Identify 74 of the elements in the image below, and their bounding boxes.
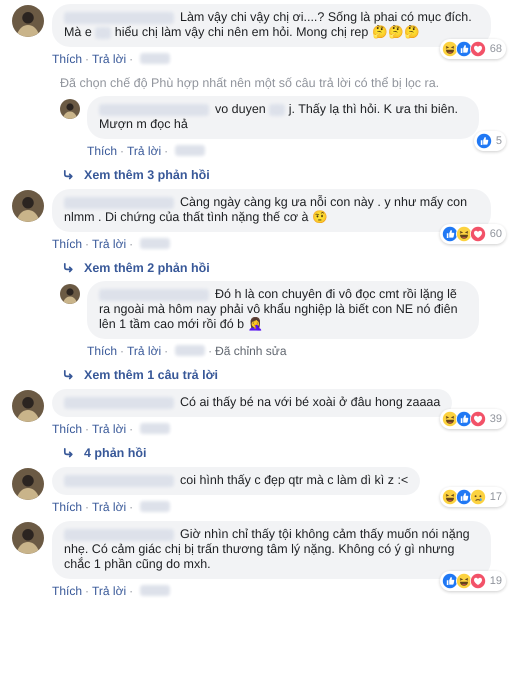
comment-action-link[interactable]: Thích bbox=[87, 144, 118, 158]
avatar bbox=[12, 190, 44, 222]
comment-text: Có ai thấy bé na với bé xoài ở đâu hong zaaaa bbox=[64, 395, 440, 410]
comment-action-link[interactable]: Trả lời bbox=[92, 584, 126, 598]
comment-text: coi hình thấy c đẹp qtr mà c làm dì kì z :< bbox=[64, 473, 408, 488]
view-replies-link[interactable]: 4 phản hồi bbox=[62, 446, 502, 460]
comment-action-link[interactable]: Trả lời bbox=[92, 422, 126, 436]
separator-dot: · bbox=[208, 344, 212, 358]
separator-dot: · bbox=[129, 236, 134, 250]
like-icon bbox=[442, 226, 458, 242]
blurred-timestamp bbox=[175, 345, 206, 356]
blurred-timestamp bbox=[140, 423, 170, 434]
comment-action-link[interactable]: Trả lời bbox=[92, 500, 126, 514]
comment-text: Làm vậy chi vậy chị ơi....? Sống là phai có mục đích. Mà e hiểu chị làm vậy chi nên em hỏi. Mong chị rep 🤔🤔🤔 bbox=[64, 10, 473, 40]
blurred-timestamp bbox=[175, 145, 206, 156]
comment-action-link[interactable]: Thích bbox=[52, 500, 82, 514]
separator-dot: · bbox=[85, 236, 90, 250]
separator-dot: · bbox=[85, 422, 90, 436]
laughing-face-icon bbox=[442, 489, 458, 505]
like-icon bbox=[442, 573, 458, 589]
separator-dot: · bbox=[120, 144, 124, 158]
edited-label: Đã chỉnh sửa bbox=[215, 344, 287, 358]
like-icon bbox=[456, 489, 472, 505]
comment-action-link[interactable]: Thích bbox=[87, 344, 118, 358]
comment-action-link[interactable]: Trả lời bbox=[92, 236, 126, 250]
laughing-face-icon bbox=[442, 411, 458, 427]
laughing-face-icon bbox=[456, 573, 472, 589]
avatar bbox=[60, 99, 80, 119]
comment-text: Giờ nhìn chỉ thấy tội không cảm thấy muốn nói nặng nhẹ. Có cảm giác chị bị trấn thương tâm lý nặng. Không có ý gì nhưng chắc 1 phần cũng do mxh. bbox=[64, 527, 471, 572]
comment-action-link[interactable]: Thích bbox=[52, 584, 82, 598]
comment-action-link[interactable]: Trả lời bbox=[92, 52, 126, 66]
comment-text: vo duyen j. Thấy lạ thì hỏi. K ưa thi biên. Mượn m đọc hả bbox=[99, 102, 460, 132]
reaction-count: 68 bbox=[490, 43, 502, 55]
blurred-timestamp bbox=[140, 585, 170, 596]
comment-action-link[interactable]: Thích bbox=[52, 422, 82, 436]
comment-action-link[interactable]: Trả lời bbox=[127, 344, 162, 358]
laughing-face-icon bbox=[442, 41, 458, 57]
separator-dot: · bbox=[164, 344, 168, 358]
blurred-timestamp bbox=[140, 53, 170, 64]
reaction-count: 5 bbox=[496, 135, 502, 147]
like-icon bbox=[456, 41, 472, 57]
blurred-timestamp bbox=[140, 238, 170, 249]
comment-action-link[interactable]: Thích bbox=[52, 236, 82, 250]
comment-action-link[interactable]: Trả lời bbox=[127, 144, 162, 158]
view-replies-link[interactable]: Xem thêm 3 phản hồi bbox=[62, 168, 502, 182]
like-icon bbox=[476, 133, 492, 149]
reaction-count: 39 bbox=[490, 413, 502, 425]
separator-dot: · bbox=[129, 52, 134, 66]
avatar bbox=[12, 468, 44, 500]
blurred-timestamp bbox=[140, 501, 170, 512]
separator-dot: · bbox=[129, 500, 134, 514]
crying-face-icon bbox=[470, 489, 486, 505]
avatar bbox=[12, 5, 44, 37]
avatar bbox=[12, 522, 44, 554]
separator-dot: · bbox=[120, 344, 124, 358]
separator-dot: · bbox=[85, 584, 90, 598]
filter-notice: Đã chọn chế độ Phù hợp nhất nên một số câu trả lời có thể bị lọc ra. bbox=[60, 76, 440, 90]
avatar bbox=[60, 284, 80, 304]
reaction-count: 60 bbox=[490, 228, 502, 240]
like-icon bbox=[456, 411, 472, 427]
comment-text: Đó h là con chuyên đi vô đọc cmt rồi lặng lẽ ra ngoài mà hôm nay phải vô khẩu nghiệp là biết con NE nó điên lên 1 tầm cao mới rồi đó b 🤦‍♀ bbox=[99, 287, 459, 332]
view-replies-link[interactable]: Xem thêm 1 câu trả lời bbox=[62, 368, 502, 382]
view-replies-link[interactable]: Xem thêm 2 phản hồi bbox=[62, 261, 502, 275]
comment-action-link[interactable]: Thích bbox=[52, 52, 82, 66]
separator-dot: · bbox=[129, 584, 134, 598]
reaction-count: 17 bbox=[490, 491, 502, 503]
separator-dot: · bbox=[85, 500, 90, 514]
reaction-count: 19 bbox=[490, 575, 502, 587]
separator-dot: · bbox=[85, 52, 90, 66]
avatar bbox=[12, 390, 44, 422]
laughing-face-icon bbox=[456, 226, 472, 242]
comment-text: Càng ngày càng kg ưa nỗi con này . y như mấy con nlmm . Di chứng của thất tình nặng thế cơ à 🤨 bbox=[64, 195, 468, 225]
separator-dot: · bbox=[129, 422, 134, 436]
separator-dot: · bbox=[164, 144, 168, 158]
